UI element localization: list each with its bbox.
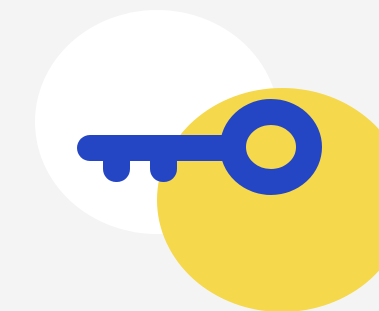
key-illustration — [0, 0, 379, 311]
key-tooth-right — [150, 145, 177, 182]
illustration-canvas — [0, 0, 379, 311]
key-tooth-left — [103, 145, 130, 182]
